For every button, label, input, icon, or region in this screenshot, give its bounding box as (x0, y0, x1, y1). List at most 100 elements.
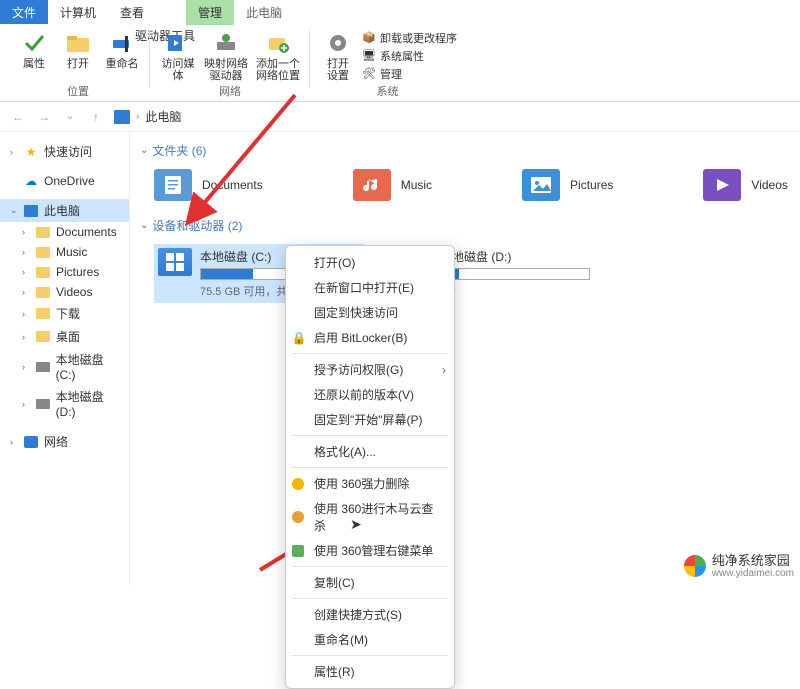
folder-pictures[interactable]: Pictures (522, 169, 613, 201)
cm-copy[interactable]: 复制(C) (286, 570, 454, 595)
cm-properties[interactable]: 属性(R) (286, 659, 454, 684)
system-icon: 🖥 (362, 49, 376, 63)
manage-icon: 🛠 (362, 67, 376, 81)
tab-computer[interactable]: 计算机 (48, 0, 108, 24)
separator (292, 566, 448, 567)
sidebar-desktop[interactable]: ›桌面 (0, 325, 129, 348)
separator (292, 598, 448, 599)
360-icon (292, 478, 304, 490)
nav-recent-icon[interactable]: ⌄ (62, 109, 78, 125)
section-folders[interactable]: 文件夹 (6) (140, 142, 790, 159)
documents-icon (154, 169, 192, 201)
ribbon-add-location[interactable]: 添加一个 网络位置 (254, 26, 302, 82)
section-devices[interactable]: 设备和驱动器 (2) (140, 217, 790, 234)
ribbon-map-drive[interactable]: 映射网络 驱动器 (202, 26, 250, 82)
cm-360-scan[interactable]: 使用 360进行木马云查杀 (286, 496, 454, 538)
context-menu: 打开(O) 在新窗口中打开(E) 固定到快速访问 🔒启用 BitLocker(B… (285, 245, 455, 689)
navbar: ← → ⌄ ↑ › 此电脑 (0, 102, 800, 132)
sidebar-pictures[interactable]: ›Pictures (0, 262, 129, 282)
sidebar-music[interactable]: ›Music (0, 242, 129, 262)
ribbon-group-network: 访问媒体 映射网络 驱动器 添加一个 网络位置 网络 (150, 26, 310, 101)
cm-restore[interactable]: 还原以前的版本(V) (286, 382, 454, 407)
cm-open[interactable]: 打开(O) (286, 250, 454, 275)
ribbon-group-system: 打开 设置 📦卸载或更改程序 🖥系统属性 🛠管理 系统 (310, 26, 465, 101)
map-drive-icon (213, 30, 239, 56)
ribbon-media[interactable]: 访问媒体 (158, 26, 198, 82)
folder-open-icon (65, 30, 91, 56)
drive-free-text: GB (440, 283, 590, 295)
sidebar: ›★快速访问 ☁OneDrive ⌄此电脑 ›Documents ›Music … (0, 132, 130, 585)
sidebar-this-pc[interactable]: ⌄此电脑 (0, 199, 129, 222)
address-path[interactable]: › 此电脑 (114, 108, 181, 125)
cloud-icon: ☁ (24, 174, 38, 188)
cm-360-menu[interactable]: 使用 360管理右键菜单 (286, 538, 454, 563)
sidebar-quick-access[interactable]: ›★快速访问 (0, 140, 129, 163)
drive-icon (36, 397, 50, 411)
cm-format[interactable]: 格式化(A)... (286, 439, 454, 464)
cm-rename[interactable]: 重命名(M) (286, 627, 454, 652)
nav-up-icon[interactable]: ↑ (88, 109, 104, 125)
content-pane: 文件夹 (6) Documents Music Pictures Videos … (130, 132, 800, 585)
cm-pin-quick[interactable]: 固定到快速访问 (286, 300, 454, 325)
network-icon (24, 435, 38, 449)
music-icon (353, 169, 391, 201)
cm-shortcut[interactable]: 创建快捷方式(S) (286, 602, 454, 627)
sidebar-documents[interactable]: ›Documents (0, 222, 129, 242)
separator (292, 435, 448, 436)
uninstall-icon: 📦 (362, 31, 376, 45)
ribbon-tabs: 文件 计算机 查看 管理 此电脑 (0, 0, 800, 24)
ribbon-rename[interactable]: 重命名 (102, 26, 142, 70)
ribbon-open[interactable]: 打开 (58, 26, 98, 70)
cm-pin-start[interactable]: 固定到"开始"屏幕(P) (286, 407, 454, 432)
sidebar-downloads[interactable]: ›下载 (0, 302, 129, 325)
drive-icon (36, 360, 50, 374)
watermark-title: 纯净系统家园 (712, 554, 794, 568)
bitlocker-icon: 🔒 (292, 331, 306, 345)
cm-open-new-window[interactable]: 在新窗口中打开(E) (286, 275, 454, 300)
watermark: 纯净系统家园 www.yidaimei.com (684, 554, 794, 579)
folder-icon (36, 245, 50, 259)
pc-icon (114, 110, 130, 124)
ribbon-group-label: 网络 (219, 83, 241, 101)
nav-back-icon[interactable]: ← (10, 109, 26, 125)
cm-grant-access[interactable]: 授予访问权限(G) (286, 357, 454, 382)
ribbon: 属性 打开 重命名 位置 访问媒体 映射网络 驱动器 (0, 24, 800, 102)
sidebar-videos[interactable]: ›Videos (0, 282, 129, 302)
sidebar-onedrive[interactable]: ☁OneDrive (0, 171, 129, 191)
ribbon-manage[interactable]: 🛠管理 (362, 66, 457, 82)
tab-manage[interactable]: 管理 (186, 0, 234, 25)
ribbon-uninstall[interactable]: 📦卸载或更改程序 (362, 30, 457, 46)
separator (292, 353, 448, 354)
folder-icon (36, 307, 50, 321)
folder-icon (36, 265, 50, 279)
tab-file[interactable]: 文件 (0, 0, 48, 24)
folder-music[interactable]: Music (353, 169, 432, 201)
star-icon: ★ (24, 145, 38, 159)
rename-icon (109, 30, 135, 56)
folder-videos[interactable]: Videos (703, 169, 787, 201)
nav-forward-icon[interactable]: → (36, 109, 52, 125)
media-icon (165, 30, 191, 56)
separator (292, 655, 448, 656)
360-icon (292, 545, 304, 557)
sidebar-local-c[interactable]: ›本地磁盘 (C:) (0, 348, 129, 385)
ribbon-properties[interactable]: 属性 (14, 26, 54, 70)
ribbon-group-label: 位置 (67, 83, 89, 101)
folder-documents[interactable]: Documents (154, 169, 263, 201)
cm-bitlocker[interactable]: 🔒启用 BitLocker(B) (286, 325, 454, 350)
ribbon-sysprops[interactable]: 🖥系统属性 (362, 48, 457, 64)
drive-usage-bar (440, 268, 590, 280)
windows-drive-icon (158, 248, 192, 276)
tab-view[interactable]: 查看 (108, 0, 156, 24)
settings-icon (325, 30, 351, 56)
separator (292, 467, 448, 468)
path-segment[interactable]: 此电脑 (145, 108, 181, 125)
ribbon-open-settings[interactable]: 打开 设置 (318, 26, 358, 82)
tab-context-label: 此电脑 (234, 0, 294, 24)
checkmark-icon (21, 30, 47, 56)
cm-360-delete[interactable]: 使用 360强力删除 (286, 471, 454, 496)
sidebar-network[interactable]: ›网络 (0, 430, 129, 453)
drive-label: 本地磁盘 (D:) (440, 248, 590, 265)
sidebar-local-d[interactable]: ›本地磁盘 (D:) (0, 385, 129, 422)
cursor-icon: ➤ (350, 516, 362, 533)
